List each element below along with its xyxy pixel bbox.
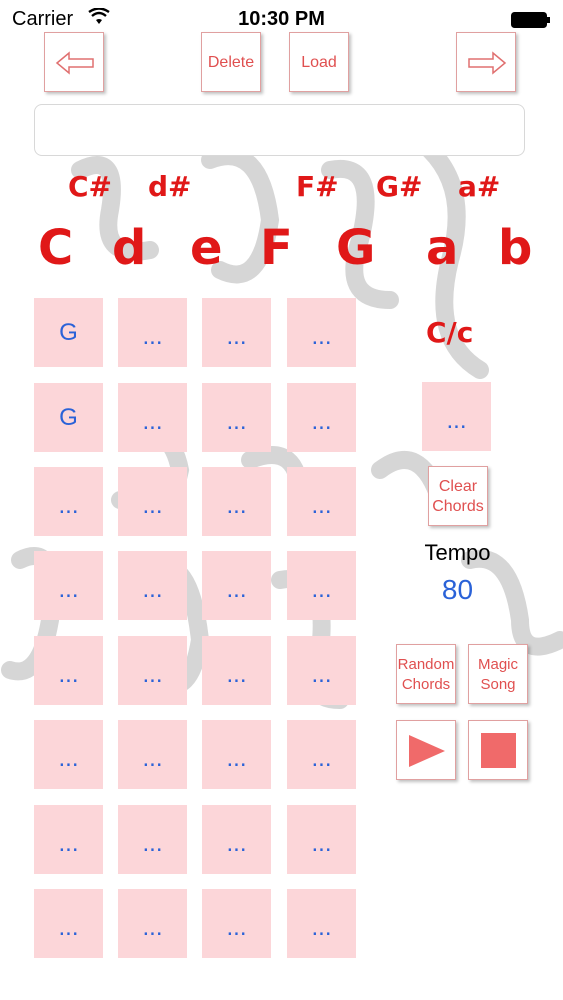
previous-song-button[interactable] [44,32,104,92]
major-minor-toggle[interactable]: C/c [426,316,473,349]
arrow-left-icon [55,51,94,75]
chord-cell[interactable]: ... [118,298,187,367]
chord-cell[interactable]: ... [287,298,356,367]
next-song-button[interactable] [456,32,516,92]
key-b[interactable]: b [498,220,532,276]
chord-cell[interactable]: ... [34,889,103,958]
chord-cell[interactable]: ... [34,720,103,789]
chord-cell[interactable]: ... [118,467,187,536]
tempo-label: Tempo [424,540,491,565]
delete-button[interactable]: Delete [201,32,261,92]
chord-cell[interactable]: ... [118,551,187,620]
play-icon [409,735,445,767]
chord-cell[interactable]: ... [202,383,271,452]
song-name-field[interactable] [34,104,525,156]
magic-song-label-2: Song [480,676,516,693]
random-chords-label-1: Random [397,656,455,673]
chord-cell[interactable]: ... [287,805,356,874]
chord-cell[interactable]: ... [202,551,271,620]
chord-cell[interactable]: ... [202,720,271,789]
key-c[interactable]: C [38,220,73,276]
random-chords-label-2: Chords [401,676,451,693]
chord-cell[interactable]: G [34,298,103,367]
chord-cell[interactable]: ... [34,467,103,536]
chord-cell[interactable]: ... [34,551,103,620]
battery-icon [511,11,551,28]
current-chord-cell[interactable]: ... [422,382,491,451]
stop-button[interactable] [468,720,528,780]
chord-cell[interactable]: ... [287,636,356,705]
key-f-sharp[interactable]: F# [296,170,339,203]
chord-cell[interactable]: ... [287,383,356,452]
key-g[interactable]: G [336,220,375,276]
chord-cell[interactable]: ... [202,298,271,367]
chord-cell[interactable]: ... [287,551,356,620]
chord-cell[interactable]: ... [202,467,271,536]
play-button[interactable] [396,720,456,780]
arrow-right-icon [468,51,507,75]
clear-chords-label-2: Chords [432,498,484,515]
chord-cell[interactable]: ... [118,720,187,789]
key-d-sharp[interactable]: d# [148,170,192,203]
key-a[interactable]: a [426,220,458,276]
clear-chords-button[interactable]: Clear Chords [428,466,488,526]
chord-cell[interactable]: G [34,383,103,452]
chord-cell[interactable]: ... [287,720,356,789]
chord-cell[interactable]: ... [202,805,271,874]
clear-chords-label-1: Clear [438,478,478,495]
magic-song-button[interactable]: Magic Song [468,644,528,704]
key-e[interactable]: e [190,220,223,276]
key-g-sharp[interactable]: G# [376,170,422,203]
key-c-sharp[interactable]: C# [68,170,112,203]
random-chords-button[interactable]: Random Chords [396,644,456,704]
load-button[interactable]: Load [289,32,349,92]
chord-cell[interactable]: ... [287,889,356,958]
chord-cell[interactable]: ... [118,636,187,705]
tempo-value[interactable]: 80 [400,574,515,606]
magic-song-label-1: Magic [477,656,518,673]
key-a-sharp[interactable]: a# [458,170,500,203]
key-f[interactable]: F [260,220,293,276]
chord-cell[interactable]: ... [34,805,103,874]
key-d[interactable]: d [112,220,146,276]
chord-cell[interactable]: ... [287,467,356,536]
stop-icon [481,733,516,768]
chord-cell[interactable]: ... [202,889,271,958]
chord-cell[interactable]: ... [118,889,187,958]
chord-cell[interactable]: ... [202,636,271,705]
clock-time: 10:30 PM [238,8,325,30]
chord-cell[interactable]: ... [118,805,187,874]
chord-cell[interactable]: ... [34,636,103,705]
chord-cell[interactable]: ... [118,383,187,452]
